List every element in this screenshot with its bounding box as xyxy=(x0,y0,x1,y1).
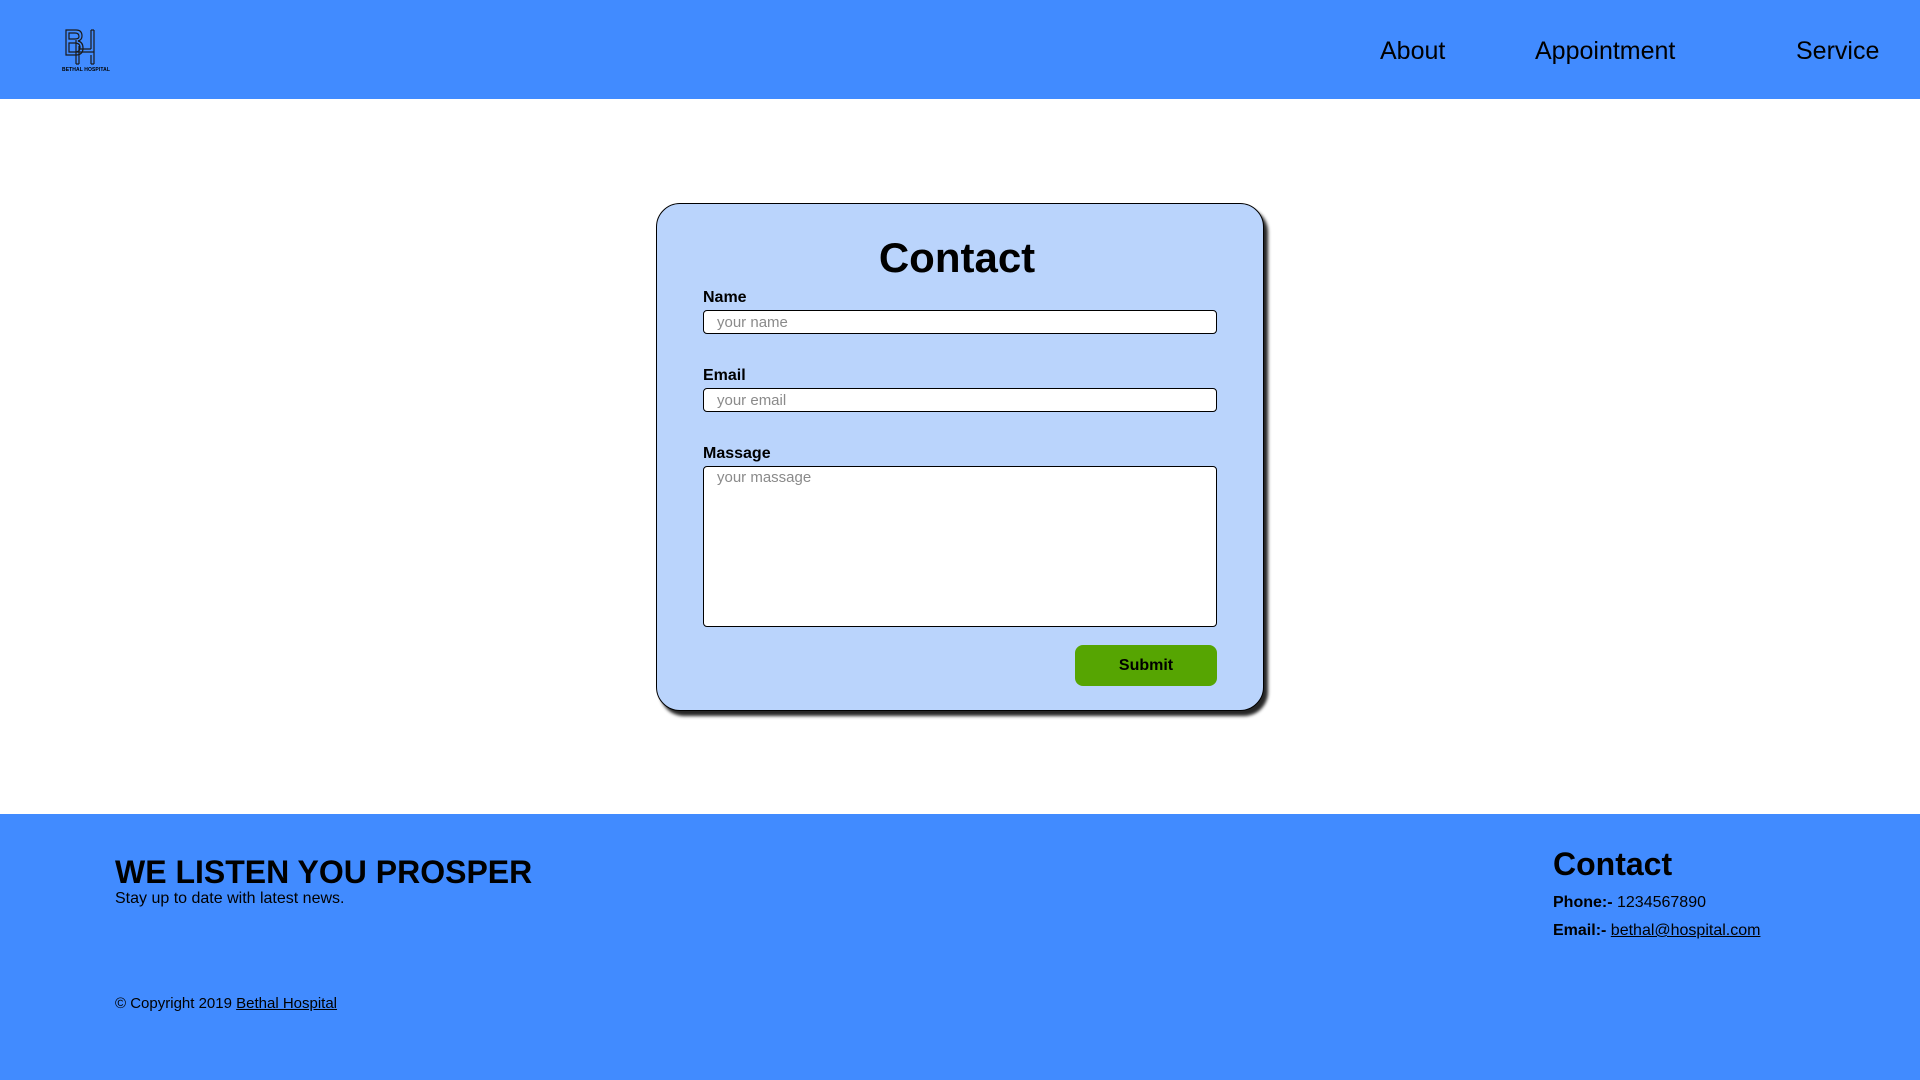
site-footer: WE LISTEN YOU PROSPER Stay up to date wi… xyxy=(0,814,1920,1080)
email-label-footer: Email:- xyxy=(1553,922,1607,939)
logo-text: BETHAL HOSPITAL xyxy=(62,67,110,73)
contact-form-card: Contact Name Email Massage Submit xyxy=(656,203,1264,711)
bh-monogram-icon xyxy=(65,29,95,65)
footer-email: Email:- bethal@hospital.com xyxy=(1553,921,1760,941)
copyright-link[interactable]: Bethal Hospital xyxy=(236,995,337,1012)
footer-tagline: WE LISTEN YOU PROSPER xyxy=(115,854,533,890)
email-link[interactable]: bethal@hospital.com xyxy=(1611,922,1761,939)
site-header: BETHAL HOSPITAL About Appointment Servic… xyxy=(0,0,1920,99)
message-textarea[interactable] xyxy=(703,466,1217,627)
copyright-text: © Copyright 2019 xyxy=(115,995,232,1012)
site-logo[interactable]: BETHAL HOSPITAL xyxy=(62,28,110,74)
nav-appointment[interactable]: Appointment xyxy=(1535,34,1675,68)
footer-tagline-sub: Stay up to date with latest news. xyxy=(115,890,345,907)
submit-button[interactable]: Submit xyxy=(1075,645,1217,686)
nav-service[interactable]: Service xyxy=(1796,34,1879,68)
phone-label: Phone:- xyxy=(1553,894,1613,911)
footer-contact-title: Contact xyxy=(1553,846,1673,882)
message-label: Massage xyxy=(703,445,771,462)
nav-about[interactable]: About xyxy=(1380,34,1445,68)
footer-phone: Phone:- 1234567890 xyxy=(1553,893,1706,913)
contact-form-title: Contact xyxy=(878,234,1036,281)
phone-value: 1234567890 xyxy=(1617,894,1706,911)
name-label: Name xyxy=(703,289,747,306)
copyright: © Copyright 2019 Bethal Hospital xyxy=(115,994,337,1014)
email-label: Email xyxy=(703,367,746,384)
name-input[interactable] xyxy=(703,310,1217,334)
email-input[interactable] xyxy=(703,388,1217,412)
